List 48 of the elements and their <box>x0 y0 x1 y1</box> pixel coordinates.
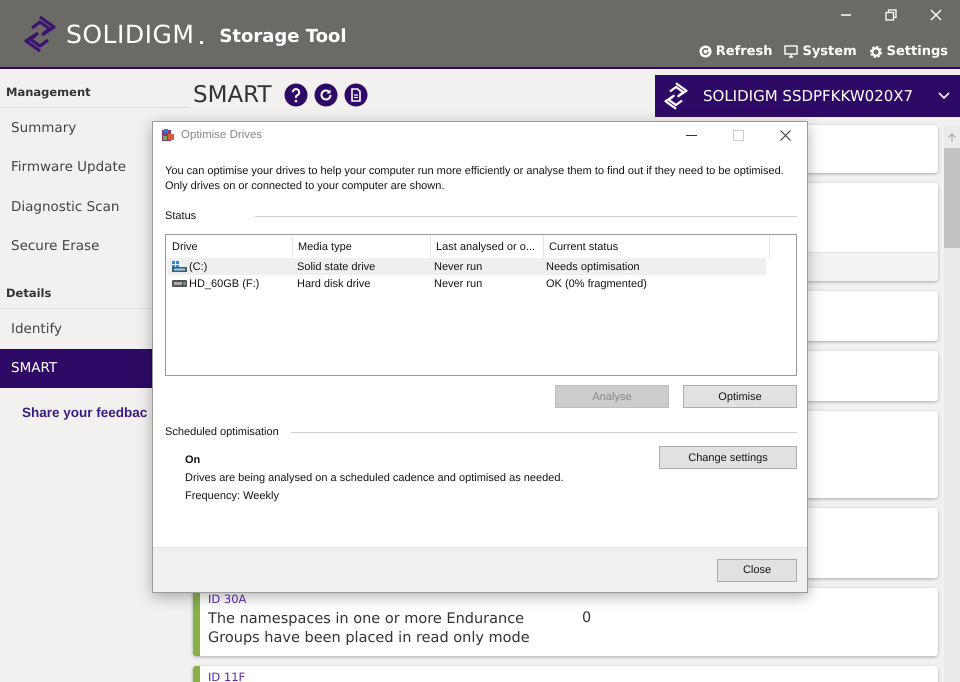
chevron-down-icon <box>938 92 950 100</box>
page-title: SMART <box>193 82 272 108</box>
drive-icon <box>172 261 187 272</box>
section-heading: Management <box>0 79 190 108</box>
table-cell: Hard disk drive <box>297 278 370 290</box>
optimise-button[interactable]: Optimise <box>683 385 797 408</box>
drive-list[interactable]: Drive Media type Last analysed or o... Current status (C:) Solid state drive Never run Needs optimisation HD_60GB (F:) Hard disk drive Never run OK (0% fragmented) <box>165 234 797 376</box>
attribute-id: ID 30A <box>208 592 248 606</box>
schedule-state: On <box>185 454 202 466</box>
scroll-thumb[interactable] <box>944 148 960 248</box>
drive-icon <box>172 280 187 287</box>
document-icon[interactable] <box>344 83 368 107</box>
change-settings-button[interactable]: Change settings <box>659 446 797 469</box>
group-heading: Scheduled optimisation <box>165 426 279 438</box>
table-cell: Never run <box>434 278 482 290</box>
restore-icon[interactable] <box>885 9 897 21</box>
brand-name: SOLIDIGM <box>66 20 194 48</box>
header-action-button[interactable]: Settings <box>868 44 948 59</box>
table-cell: Solid state drive <box>297 260 376 272</box>
header-action-button[interactable]: System <box>784 44 857 59</box>
group-heading: Status <box>165 210 198 222</box>
settings-icon <box>868 44 883 58</box>
close-button[interactable]: Close <box>717 558 797 582</box>
scrollbar[interactable] <box>944 125 960 682</box>
refresh-icon <box>698 45 712 58</box>
maximize-icon <box>733 130 744 140</box>
monitor-icon <box>784 45 798 58</box>
table-cell: Never run <box>434 260 482 272</box>
intro-text: You can optimise your drives to help your computer run more efficiently or analyse them to find out if they need to be optimised. Only drives on or connected to your computer are shown. <box>165 164 785 194</box>
table-cell: (C:) <box>189 260 208 272</box>
table-cell: HD_60GB (F:) <box>189 278 260 290</box>
drive-row[interactable]: (C:) Solid state drive Never run Needs optimisation <box>167 258 766 275</box>
close-icon[interactable] <box>780 130 791 140</box>
table-cell: OK (0% fragmented) <box>546 278 647 290</box>
table-cell: Needs optimisation <box>546 260 640 272</box>
refresh-icon[interactable] <box>314 83 338 107</box>
attribute-id: ID 11F <box>208 670 246 682</box>
attribute-description: The namespaces in one or more Endurance Groups have been placed in read only mode <box>208 610 531 648</box>
device-selector[interactable]: SOLIDIGM SSDPFKKW020X7 <box>655 75 960 117</box>
app-title: Storage Tool <box>219 26 347 46</box>
schedule-description: Drives are being analysed on a scheduled cadence and optimised as needed. <box>185 472 564 484</box>
schedule-frequency: Frequency: Weekly <box>185 490 280 502</box>
help-icon[interactable] <box>284 83 308 107</box>
defragment-icon <box>161 128 175 142</box>
feedback-link[interactable]: Share your feedbac <box>22 405 148 420</box>
attribute-value: 0 <box>582 610 592 628</box>
dialog-title: Optimise Drives <box>181 129 262 141</box>
header-action-button[interactable]: Refresh <box>698 44 772 59</box>
